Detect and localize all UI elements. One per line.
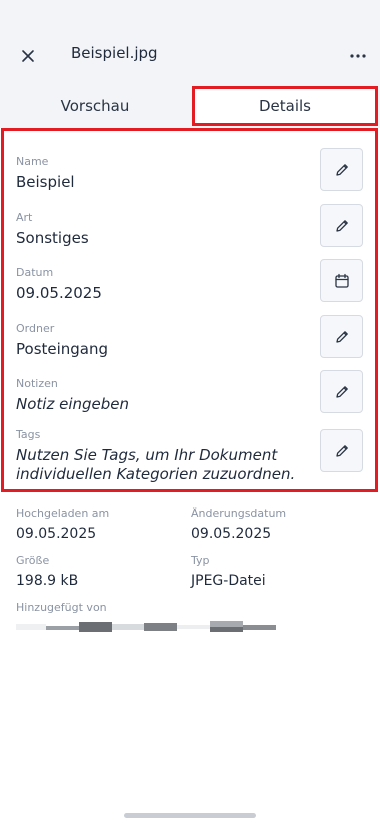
calendar-icon xyxy=(334,273,349,288)
tags-placeholder: Nutzen Sie Tags, um Ihr Dokument individ… xyxy=(16,446,296,483)
type-label: Art xyxy=(16,211,33,224)
date-label: Datum xyxy=(16,266,54,279)
more-horizontal-icon xyxy=(350,54,366,58)
modified-value: 09.05.2025 xyxy=(191,526,272,542)
size-value: 198.9 kB xyxy=(16,573,79,589)
pencil-icon xyxy=(335,385,348,398)
size-label: Größe xyxy=(16,554,50,567)
filetype-label: Typ xyxy=(191,554,210,567)
document-title: Beispiel.jpg xyxy=(71,44,158,62)
redacted-user-name xyxy=(16,621,276,632)
folder-value: Posteingang xyxy=(16,340,109,358)
edit-date-button[interactable] xyxy=(320,259,363,302)
folder-label: Ordner xyxy=(16,322,55,335)
notes-placeholder: Notiz eingeben xyxy=(16,395,129,413)
uploaded-value: 09.05.2025 xyxy=(16,526,97,542)
notes-label: Notizen xyxy=(16,377,58,390)
date-value: 09.05.2025 xyxy=(16,284,102,302)
date-field: Datum 09.05.2025 xyxy=(16,266,102,303)
folder-field: Ordner Posteingang xyxy=(16,322,108,359)
pencil-icon xyxy=(335,330,348,343)
edit-tags-button[interactable] xyxy=(320,429,363,472)
tags-field: Tags Nutzen Sie Tags, um Ihr Dokument in… xyxy=(16,428,296,484)
edit-folder-button[interactable] xyxy=(320,315,363,358)
added-by-label: Hinzugefügt von xyxy=(16,601,107,614)
name-field: Name Beispiel xyxy=(16,155,75,192)
added-by-info: Hinzugefügt von xyxy=(16,601,107,615)
close-button[interactable] xyxy=(14,42,42,70)
notes-field: Notizen Notiz eingeben xyxy=(16,377,129,414)
name-label: Name xyxy=(16,155,49,168)
pencil-icon xyxy=(335,219,348,232)
edit-notes-button[interactable] xyxy=(320,370,363,413)
home-indicator xyxy=(124,813,256,818)
close-icon xyxy=(22,50,34,62)
edit-type-button[interactable] xyxy=(320,204,363,247)
filetype-info: Typ JPEG-Datei xyxy=(191,554,266,590)
type-value: Sonstiges xyxy=(16,229,89,247)
modified-info: Änderungsdatum 09.05.2025 xyxy=(191,507,286,543)
type-field: Art Sonstiges xyxy=(16,211,89,248)
uploaded-info: Hochgeladen am 09.05.2025 xyxy=(16,507,109,543)
top-bar: Beispiel.jpg Vorschau Details xyxy=(0,0,380,128)
pencil-icon xyxy=(335,163,348,176)
name-value: Beispiel xyxy=(16,173,75,191)
tab-details[interactable]: Details xyxy=(192,86,378,126)
tab-preview[interactable]: Vorschau xyxy=(0,86,190,126)
edit-name-button[interactable] xyxy=(320,148,363,191)
more-options-button[interactable] xyxy=(344,42,372,70)
uploaded-label: Hochgeladen am xyxy=(16,507,110,520)
modified-label: Änderungsdatum xyxy=(191,507,287,520)
tags-label: Tags xyxy=(16,428,41,441)
pencil-icon xyxy=(335,444,348,457)
filetype-value: JPEG-Datei xyxy=(191,573,266,589)
size-info: Größe 198.9 kB xyxy=(16,554,78,590)
